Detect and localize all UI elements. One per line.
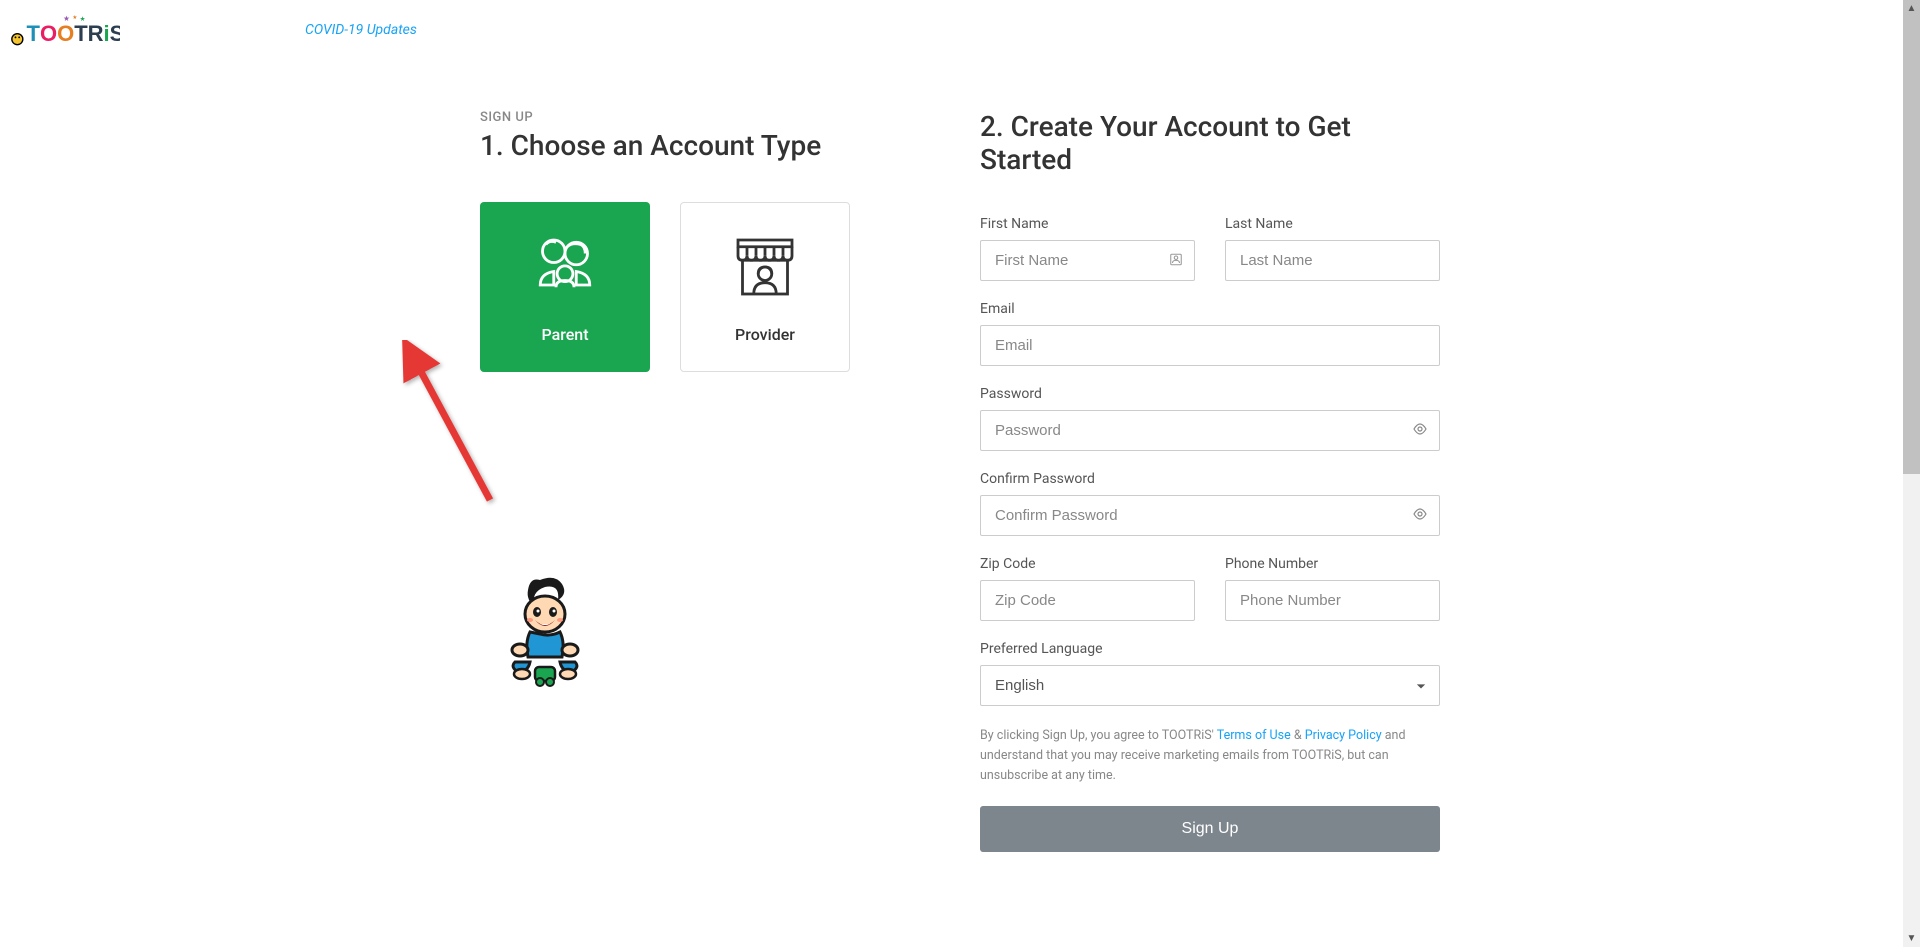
last-name-label: Last Name <box>1225 216 1440 232</box>
phone-number-input[interactable] <box>1225 580 1440 621</box>
storefront-icon <box>729 231 801 307</box>
family-icon <box>529 231 601 307</box>
choose-account-title: 1. Choose an Account Type <box>480 129 880 162</box>
parent-card-label: Parent <box>541 325 588 344</box>
first-name-label: First Name <box>980 216 1195 232</box>
provider-account-card[interactable]: Provider <box>680 202 850 372</box>
svg-text:★: ★ <box>80 15 86 23</box>
scroll-down-arrow-icon[interactable]: ▼ <box>1903 930 1920 947</box>
create-account-title: 2. Create Your Account to Get Started <box>980 110 1440 176</box>
password-input[interactable] <box>980 410 1440 451</box>
scroll-up-arrow-icon[interactable]: ▲ <box>1903 0 1920 17</box>
signup-form-section: 2. Create Your Account to Get Started Fi… <box>980 110 1440 852</box>
email-input[interactable] <box>980 325 1440 366</box>
last-name-input[interactable] <box>1225 240 1440 281</box>
signup-button[interactable]: Sign Up <box>980 806 1440 852</box>
svg-text:★: ★ <box>72 14 77 21</box>
covid-updates-link[interactable]: COVID-19 Updates <box>305 22 417 38</box>
confirm-password-label: Confirm Password <box>980 471 1440 487</box>
terms-text: By clicking Sign Up, you agree to TOOTRi… <box>980 726 1440 786</box>
signup-label: SIGN UP <box>480 110 880 125</box>
email-label: Email <box>980 301 1440 317</box>
password-label: Password <box>980 386 1440 402</box>
terms-of-use-link[interactable]: Terms of Use <box>1217 728 1291 743</box>
phone-number-label: Phone Number <box>1225 556 1440 572</box>
svg-text:TOOTRiS: TOOTRiS <box>27 21 121 46</box>
svg-text:★: ★ <box>63 14 70 23</box>
provider-card-label: Provider <box>735 325 795 344</box>
privacy-policy-link[interactable]: Privacy Policy <box>1305 728 1382 743</box>
preferred-language-label: Preferred Language <box>980 641 1440 657</box>
confirm-password-input[interactable] <box>980 495 1440 536</box>
zip-code-input[interactable] <box>980 580 1195 621</box>
header: TOOTRiS ★ ★ ★ COVID-19 Updates <box>0 0 1920 50</box>
tootris-logo[interactable]: TOOTRiS ★ ★ ★ <box>10 10 120 50</box>
first-name-input[interactable] <box>980 240 1195 281</box>
zip-code-label: Zip Code <box>980 556 1195 572</box>
eye-icon[interactable] <box>1412 506 1428 526</box>
account-type-section: SIGN UP 1. Choose an Account Type <box>480 110 880 852</box>
contact-card-icon <box>1169 251 1183 270</box>
scrollbar-thumb[interactable] <box>1903 0 1920 474</box>
preferred-language-select[interactable]: English <box>980 665 1440 706</box>
scrollbar[interactable]: ▲ ▼ <box>1903 0 1920 947</box>
mascot-illustration <box>500 572 880 696</box>
eye-icon[interactable] <box>1412 421 1428 441</box>
parent-account-card[interactable]: Parent <box>480 202 650 372</box>
